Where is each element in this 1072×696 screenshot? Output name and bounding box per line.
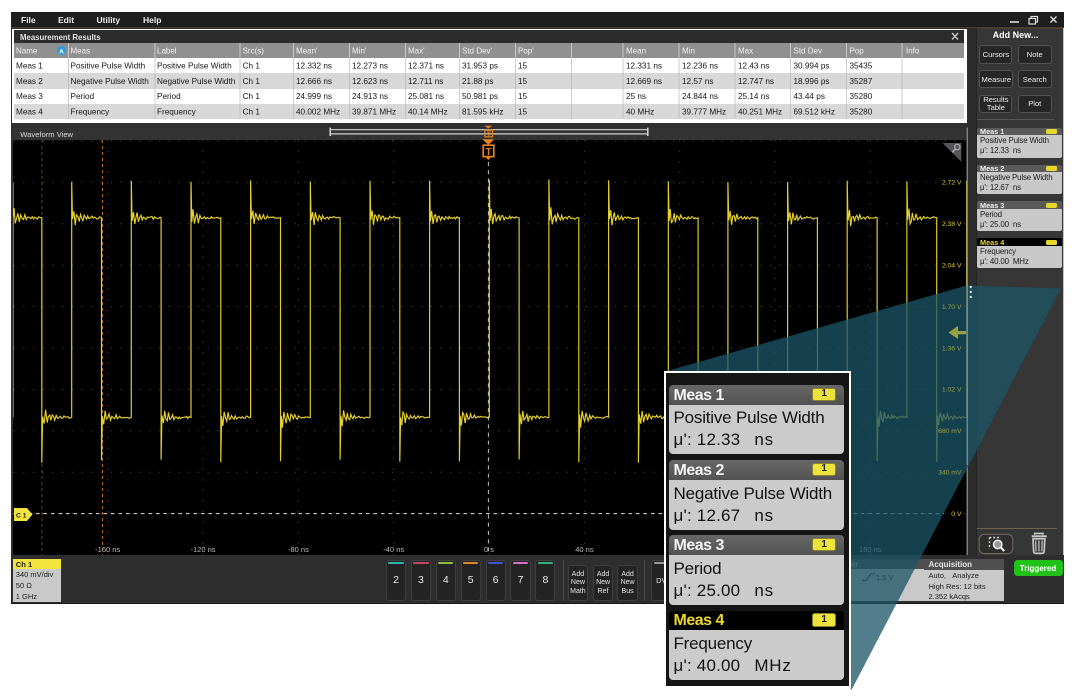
svg-text:680 mV: 680 mV	[938, 428, 962, 435]
svg-text:1.70 V: 1.70 V	[942, 304, 962, 311]
svg-text:1.36 V: 1.36 V	[942, 345, 962, 352]
svg-text:1.02 V: 1.02 V	[942, 387, 962, 394]
svg-text:340 mV: 340 mV	[938, 470, 962, 477]
